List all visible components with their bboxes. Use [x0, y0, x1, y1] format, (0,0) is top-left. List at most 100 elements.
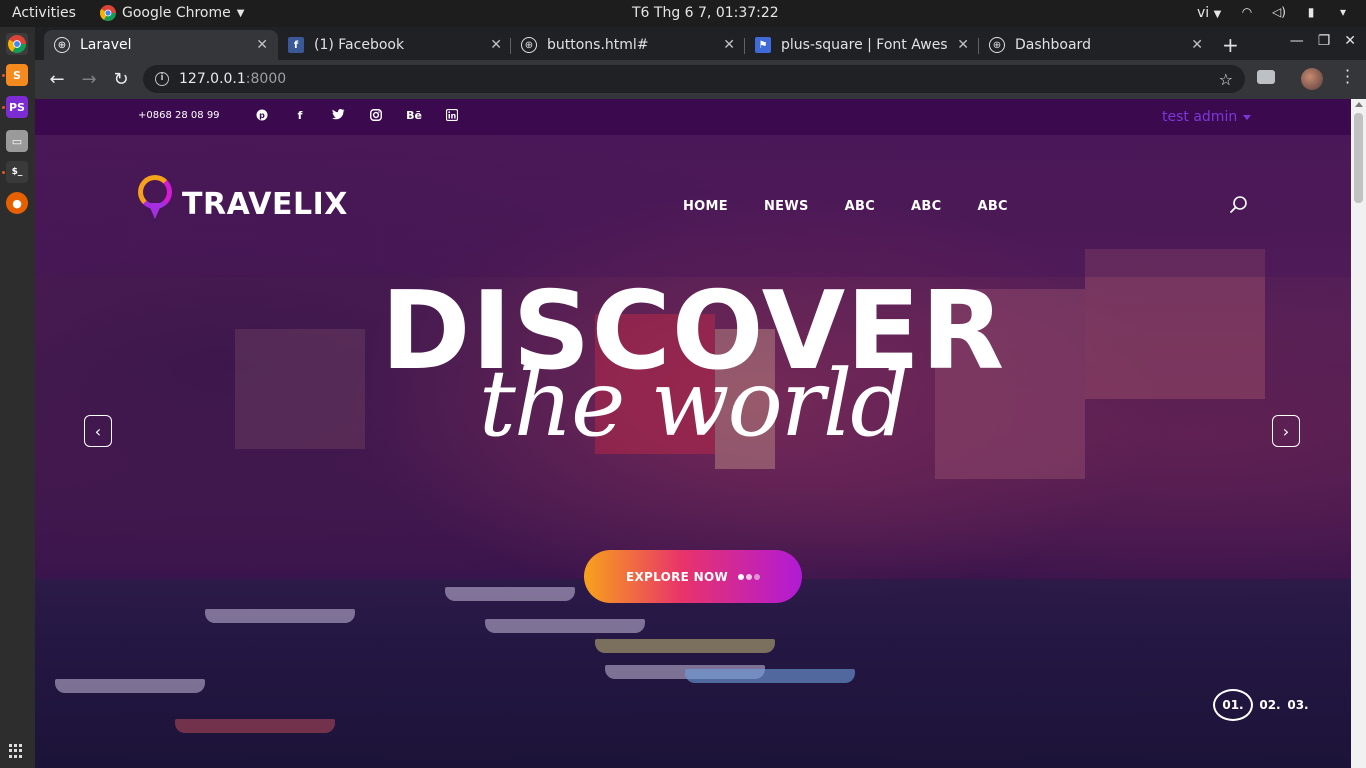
tab-buttons[interactable]: ⊕ buttons.html# ✕	[511, 30, 745, 60]
chevron-down-icon: ▼	[236, 7, 245, 19]
forward-button[interactable]: →	[78, 69, 100, 90]
scenery-boat	[205, 609, 355, 623]
main-nav: HOME NEWS ABC ABC ABC	[683, 199, 1008, 214]
linkedin-icon[interactable]	[443, 108, 461, 124]
scenery-boat	[685, 669, 855, 683]
dock: S PS ▭ $_ ●	[0, 27, 35, 768]
nav-abc-3[interactable]: ABC	[977, 199, 1007, 214]
user-menu[interactable]: test admin	[1162, 109, 1252, 125]
activities-button[interactable]: Activities	[12, 5, 76, 21]
twitter-icon[interactable]	[329, 109, 347, 124]
tab-dashboard[interactable]: ⊕ Dashboard ✕	[979, 30, 1213, 60]
scenery-boat	[55, 679, 205, 693]
close-icon[interactable]: ✕	[723, 37, 735, 53]
browser-toolbar: ← → ↻ i 127.0.0.1:8000 ☆ · · ·	[35, 60, 1366, 99]
tab-facebook[interactable]: f (1) Facebook ✕	[278, 30, 512, 60]
dots-icon	[738, 573, 761, 580]
explore-label: EXPLORE NOW	[625, 569, 729, 584]
instagram-icon[interactable]	[367, 109, 385, 124]
terminal-icon[interactable]: $_	[6, 161, 28, 183]
nav-home[interactable]: HOME	[683, 199, 728, 214]
url-port: :8000	[245, 71, 287, 87]
profile-avatar[interactable]	[1301, 68, 1323, 90]
tab-title: (1) Facebook	[314, 37, 405, 53]
close-icon[interactable]: ✕	[490, 37, 502, 53]
pager-item-1[interactable]: 01.	[1213, 689, 1253, 721]
map-pin-icon	[138, 175, 172, 221]
minimize-icon[interactable]: —	[1290, 33, 1304, 49]
close-icon[interactable]: ✕	[256, 37, 268, 53]
site-header: TRAVELIX HOME NEWS ABC ABC ABC	[35, 135, 1351, 277]
scenery-boat	[595, 639, 775, 653]
more-menu-icon[interactable]: · · ·	[1345, 63, 1350, 91]
files-icon[interactable]: ▭	[6, 130, 28, 152]
search-icon[interactable]	[1229, 195, 1249, 215]
info-icon[interactable]: i	[155, 72, 169, 86]
tab-title: Dashboard	[1015, 37, 1091, 53]
tab-strip: ⊕ Laravel ✕ f (1) Facebook ✕ ⊕ buttons.h…	[35, 27, 1366, 60]
explore-now-button[interactable]: EXPLORE NOW	[584, 550, 802, 603]
chevron-left-icon: ‹	[94, 421, 102, 441]
site-logo[interactable]: TRAVELIX	[138, 175, 348, 221]
camera-icon[interactable]	[1257, 70, 1275, 84]
bookmark-star-icon[interactable]: ☆	[1219, 70, 1233, 89]
pager-item-3[interactable]: 03.	[1287, 689, 1309, 721]
app-name: Google Chrome	[122, 5, 231, 21]
tab-font-awesome[interactable]: ⚑ plus-square | Font Awesc ✕	[745, 30, 979, 60]
new-tab-button[interactable]: +	[1222, 33, 1239, 57]
pager-item-2[interactable]: 02.	[1259, 689, 1281, 721]
nav-news[interactable]: NEWS	[764, 199, 809, 214]
slider-prev-button[interactable]: ‹	[84, 415, 112, 447]
tab-title: Laravel	[80, 37, 132, 53]
address-bar[interactable]: i 127.0.0.1:8000 ☆	[143, 65, 1245, 93]
slider-next-button[interactable]: ›	[1272, 415, 1300, 447]
social-links: p f Bē	[253, 108, 461, 124]
sublime-text-icon[interactable]: S	[6, 64, 28, 86]
pinterest-icon[interactable]: p	[253, 109, 271, 124]
nav-abc-1[interactable]: ABC	[845, 199, 875, 214]
system-tray[interactable]: ◠ ◁) ▮ ▾	[1238, 5, 1352, 19]
app-menu[interactable]: Google Chrome ▼	[100, 5, 244, 21]
behance-icon[interactable]: Bē	[405, 109, 423, 124]
page-scrollbar[interactable]	[1351, 99, 1366, 768]
show-applications-icon[interactable]	[9, 744, 23, 758]
close-icon[interactable]: ✕	[1191, 37, 1203, 53]
scroll-up-arrow-icon[interactable]	[1355, 102, 1363, 107]
svg-text:p: p	[259, 111, 265, 120]
facebook-icon: f	[288, 37, 304, 53]
close-window-icon[interactable]: ✕	[1344, 33, 1356, 49]
keyboard-layout[interactable]: vi ▼	[1197, 5, 1221, 21]
battery-icon: ▮	[1307, 5, 1315, 19]
tab-laravel[interactable]: ⊕ Laravel ✕	[44, 30, 278, 60]
running-indicator	[2, 171, 5, 174]
flag-icon: ⚑	[755, 37, 771, 53]
nav-abc-2[interactable]: ABC	[911, 199, 941, 214]
chevron-down-icon: ▾	[1339, 5, 1347, 19]
site-top-bar: +0868 28 08 99 p f Bē test admin	[35, 99, 1351, 135]
hero-subtitle: the world	[478, 350, 909, 457]
running-indicator	[2, 74, 5, 77]
url-host: 127.0.0.1	[179, 71, 246, 87]
running-indicator	[2, 106, 5, 109]
firefox-icon[interactable]: ●	[6, 192, 28, 214]
clock[interactable]: T6 Thg 6 7, 01:37:22	[632, 5, 779, 21]
chevron-right-icon: ›	[1282, 421, 1290, 441]
lang-label: vi	[1197, 5, 1210, 21]
user-name: test admin	[1162, 109, 1238, 125]
globe-icon: ⊕	[54, 37, 70, 53]
facebook-icon[interactable]: f	[291, 109, 309, 124]
back-button[interactable]: ←	[46, 69, 68, 90]
reload-button[interactable]: ↻	[110, 69, 132, 90]
phpstorm-icon[interactable]: PS	[6, 96, 28, 118]
restore-icon[interactable]: ❐	[1318, 33, 1331, 49]
window-controls: — ❐ ✕	[1290, 33, 1356, 49]
chrome-icon[interactable]	[6, 33, 28, 55]
scenery-boat	[175, 719, 335, 733]
close-icon[interactable]: ✕	[957, 37, 969, 53]
globe-icon: ⊕	[989, 37, 1005, 53]
scenery-boat	[445, 587, 575, 601]
scrollbar-thumb[interactable]	[1354, 113, 1363, 203]
chevron-down-icon: ▼	[1213, 9, 1222, 20]
slider-pager: 01. 02. 03.	[1213, 689, 1309, 721]
chrome-icon	[100, 5, 116, 21]
